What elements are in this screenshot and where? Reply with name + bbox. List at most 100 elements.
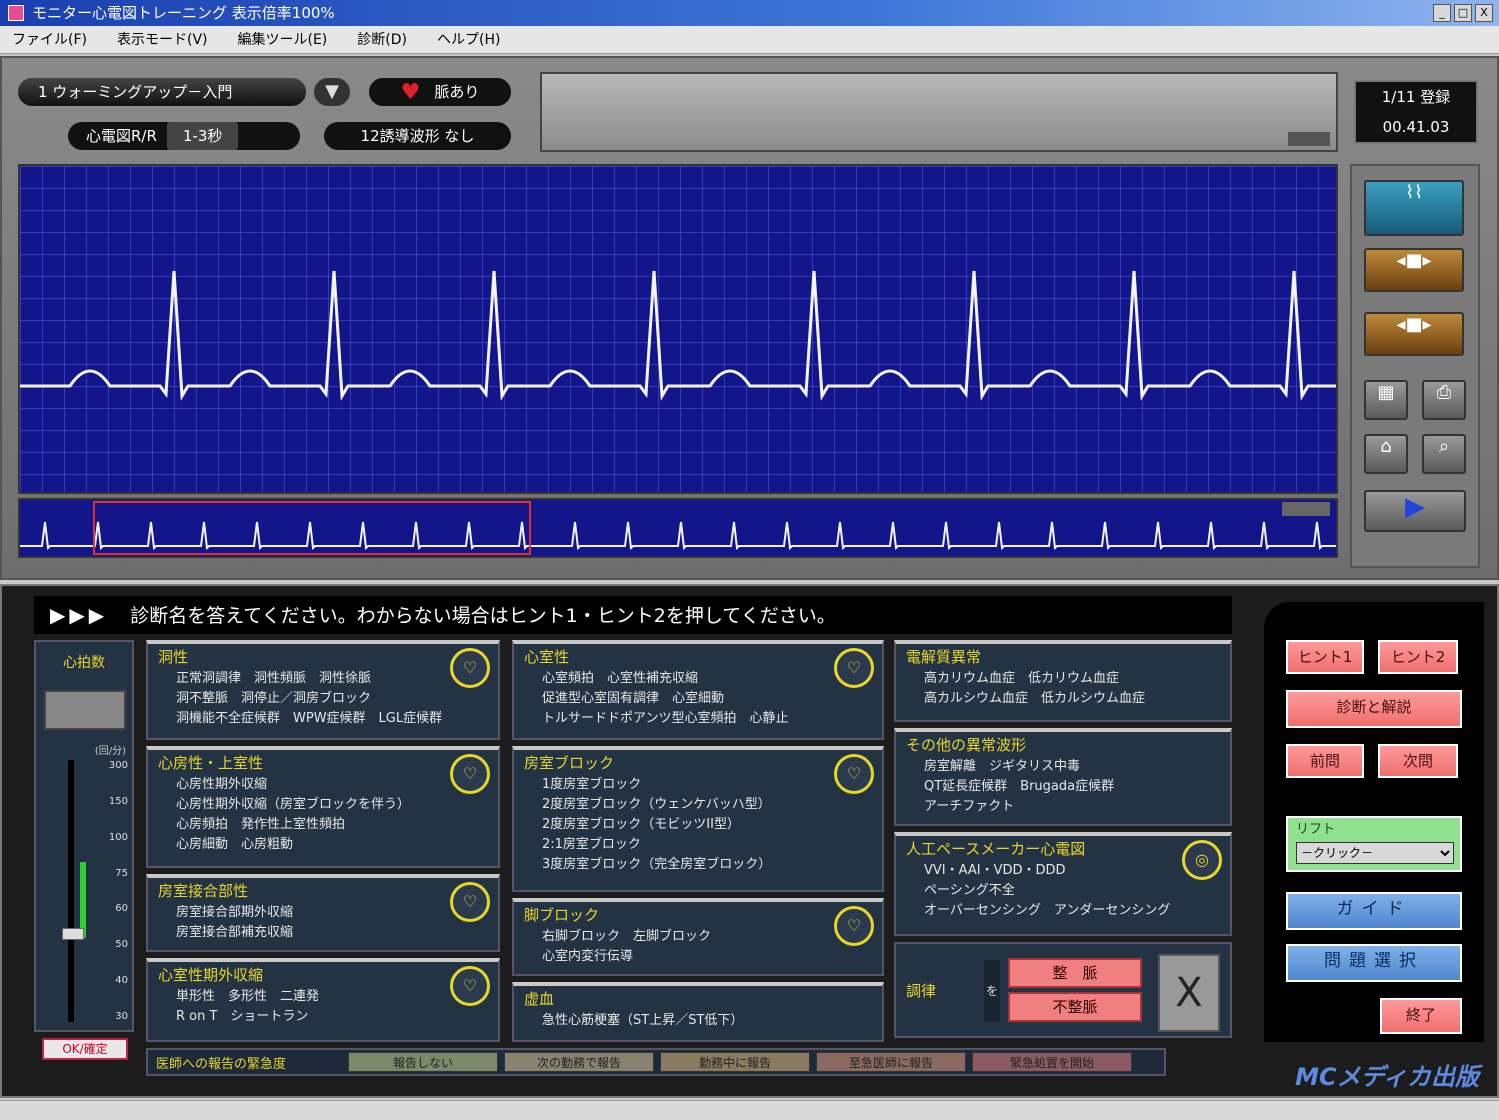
regular-rhythm-button[interactable]: 整 脈 [1008, 958, 1142, 988]
category-item[interactable]: 房室接合部期外収縮 [148, 903, 498, 923]
search-icon[interactable]: ⌕ [1422, 434, 1466, 474]
heart-rate-ok-button[interactable]: OK/確定 [42, 1038, 128, 1060]
category-item[interactable]: 1度房室ブロック [514, 775, 882, 795]
category-ventricular[interactable]: 心室性 心室頻拍 心室性補充収縮 促進型心室固有調律 心室細動 トルサードドポア… [512, 640, 884, 740]
speed-control-icon[interactable]: ◂■▸ [1364, 248, 1464, 292]
menu-view[interactable]: 表示モード(V) [117, 26, 208, 53]
category-item[interactable]: 促進型心室固有調律 心室細動 [514, 689, 882, 709]
category-item[interactable]: QT延長症候群 Brugada症候群 [896, 777, 1230, 797]
category-item[interactable]: ペーシング不全 [896, 881, 1230, 901]
minimize-button[interactable]: _ [1433, 4, 1451, 22]
menu-edit[interactable]: 編集ツール(E) [238, 26, 328, 53]
category-item[interactable]: 単形性 多形性 二連発 [148, 987, 498, 1007]
category-av-block[interactable]: 房室ブロック 1度房室ブロック 2度房室ブロック（ウェンケバッハ型） 2度房室ブ… [512, 746, 884, 892]
category-item[interactable]: トルサードドポアンツ型心室頻拍 心静止 [514, 709, 882, 729]
control-panel: ヒント1 ヒント2 診断と解説 前問 次問 リフト －クリック－ ガイド 問題選… [1264, 602, 1484, 1042]
print-icon[interactable]: ⎙ [1422, 380, 1466, 420]
urgency-option[interactable]: 次の勤務で報告 [504, 1052, 654, 1072]
rr-label: 心電図R/R [86, 127, 157, 145]
pacemaker-icon: ◎ [1182, 840, 1222, 880]
next-question-button[interactable]: 次問 [1378, 744, 1458, 778]
lead-value: なし [444, 127, 475, 145]
category-item[interactable]: 洞機能不全症候群 WPW症候群 LGL症候群 [148, 709, 498, 729]
prev-question-button[interactable]: 前問 [1286, 744, 1364, 778]
category-item[interactable]: 心房頻拍 発作性上室性頻拍 [148, 815, 498, 835]
lesson-selector[interactable]: 1 ウォーミングアップ－入門 [16, 76, 308, 108]
category-other[interactable]: その他の異常波形 房室解離 ジギタリス中毒 QT延長症候群 Brugada症候群… [894, 728, 1232, 826]
pulse-label: 脈あり [434, 83, 480, 101]
hint1-button[interactable]: ヒント1 [1286, 640, 1364, 674]
heart-rate-title: 心拍数 [63, 655, 105, 671]
category-item[interactable]: R on T ショートラン [148, 1007, 498, 1027]
lift-select[interactable]: －クリック－ [1296, 842, 1454, 864]
exit-button[interactable]: 終了 [1380, 998, 1462, 1034]
category-ischemia[interactable]: 虚血 急性心筋梗塞（ST上昇／ST低下） [512, 982, 884, 1042]
ecg-overview-strip[interactable] [18, 498, 1338, 558]
category-bundle-branch-block[interactable]: 脚ブロック 右脚ブロック 左脚ブロック 心室内変行伝導 ♡ [512, 898, 884, 976]
play-icon[interactable]: ▶ [1364, 490, 1466, 532]
category-item[interactable]: 正常洞調律 洞性頻脈 洞性徐脈 [148, 669, 498, 689]
category-electrolyte[interactable]: 電解質異常 高カリウム血症 低カリウム血症 高カルシウム血症 低カルシウム血症 [894, 640, 1232, 722]
category-pvc[interactable]: 心室性期外収縮 単形性 多形性 二連発 R on T ショートラン ♡ [146, 958, 500, 1042]
category-sinus[interactable]: 洞性 正常洞調律 洞性頻脈 洞性徐脈 洞不整脈 洞停止／洞房ブロック 洞機能不全… [146, 640, 500, 740]
category-junctional[interactable]: 房室接合部性 房室接合部期外収縮 房室接合部補充収縮 ♡ [146, 874, 500, 952]
category-item[interactable]: 3度房室ブロック（完全房室ブロック） [514, 855, 882, 875]
ecg-main-display [18, 164, 1471, 494]
pulse-indicator: ♥ 脈あり [367, 76, 513, 108]
date-display: 1/11 登録 00.41.03 [1354, 80, 1478, 144]
category-title: 洞性 [158, 648, 189, 666]
category-item[interactable]: 心室頻拍 心室性補充収縮 [514, 669, 882, 689]
answer-explanation-button[interactable]: 診断と解説 [1286, 690, 1462, 728]
hint2-button[interactable]: ヒント2 [1378, 640, 1458, 674]
urgency-option[interactable]: 報告しない [348, 1052, 498, 1072]
category-title: 心室性 [524, 648, 570, 666]
category-pacemaker[interactable]: 人工ペースメーカー心電図 VVI・AAI・VDD・DDD ペーシング不全 オーバ… [894, 832, 1232, 936]
close-button[interactable]: X [1475, 4, 1493, 22]
urgency-option[interactable]: 緊急処置を開始 [972, 1052, 1132, 1072]
clear-button[interactable]: X [1158, 954, 1220, 1032]
slider-track[interactable] [68, 760, 74, 1022]
question-select-button[interactable]: 問題選択 [1286, 944, 1462, 982]
category-item[interactable]: 心室内変行伝導 [514, 947, 882, 967]
ecg-waveform [20, 270, 1471, 401]
category-item[interactable]: 房室接合部補充収縮 [148, 923, 498, 943]
heart-badge-icon: ♡ [450, 754, 490, 794]
ecg-overview-trace [20, 521, 1336, 551]
amplitude-control-icon[interactable]: ◂■▸ [1364, 312, 1464, 356]
category-item[interactable]: 2度房室ブロック（ウェンケバッハ型） [514, 795, 882, 815]
title-bar: モニター心電図トレーニング 表示倍率100% _ □ X [0, 0, 1499, 26]
menu-bar: ファイル(F) 表示モード(V) 編集ツール(E) 診断(D) ヘルプ(H) [0, 26, 1499, 54]
menu-file[interactable]: ファイル(F) [12, 26, 87, 53]
category-item[interactable]: 右脚ブロック 左脚ブロック [514, 927, 882, 947]
urgency-option[interactable]: 勤務中に報告 [660, 1052, 810, 1072]
heart-rate-slider-panel: 心拍数 (回/分) 300 150 100 75 60 50 40 30 [34, 640, 134, 1032]
category-item[interactable]: 2度房室ブロック（モビッツII型） [514, 815, 882, 835]
category-item[interactable]: 洞不整脈 洞停止／洞房ブロック [148, 689, 498, 709]
category-item[interactable]: オーバーセンシング アンダーセンシング [896, 901, 1230, 921]
category-item[interactable]: 心房性期外収縮（房室ブロックを伴う） [148, 795, 498, 815]
category-item[interactable]: 2:1房室ブロック [514, 835, 882, 855]
waveform-mode-icon[interactable]: ⌇⌇ [1364, 180, 1464, 236]
category-item[interactable]: VVI・AAI・VDD・DDD [896, 861, 1230, 881]
heart-badge-icon: ♡ [834, 754, 874, 794]
irregular-rhythm-button[interactable]: 不整脈 [1008, 992, 1142, 1022]
guide-button[interactable]: ガイド [1286, 892, 1462, 930]
category-item[interactable]: アーチファクト [896, 797, 1230, 817]
category-item[interactable]: 高カルシウム血症 低カルシウム血症 [896, 689, 1230, 709]
chevron-down-icon[interactable]: ▼ [312, 76, 352, 108]
maximize-button[interactable]: □ [1454, 4, 1472, 22]
category-item[interactable]: 房室解離 ジギタリス中毒 [896, 757, 1230, 777]
category-title: その他の異常波形 [906, 736, 1027, 754]
category-item[interactable]: 高カリウム血症 低カリウム血症 [896, 669, 1230, 689]
slider-handle[interactable] [62, 928, 84, 940]
heart-icon: ♥ [400, 79, 421, 105]
home-icon[interactable]: ⌂ [1364, 434, 1408, 474]
menu-help[interactable]: ヘルプ(H) [437, 26, 500, 53]
category-atrial[interactable]: 心房性・上室性 心房性期外収縮 心房性期外収縮（房室ブロックを伴う） 心房頻拍 … [146, 746, 500, 868]
urgency-option[interactable]: 至急医師に報告 [816, 1052, 966, 1072]
category-item[interactable]: 心房性期外収縮 [148, 775, 498, 795]
category-item[interactable]: 急性心筋梗塞（ST上昇／ST低下） [514, 1011, 882, 1031]
menu-diagnosis[interactable]: 診断(D) [357, 26, 407, 53]
category-item[interactable]: 心房細動 心房粗動 [148, 835, 498, 855]
calendar-icon[interactable]: ▦ [1364, 380, 1408, 420]
